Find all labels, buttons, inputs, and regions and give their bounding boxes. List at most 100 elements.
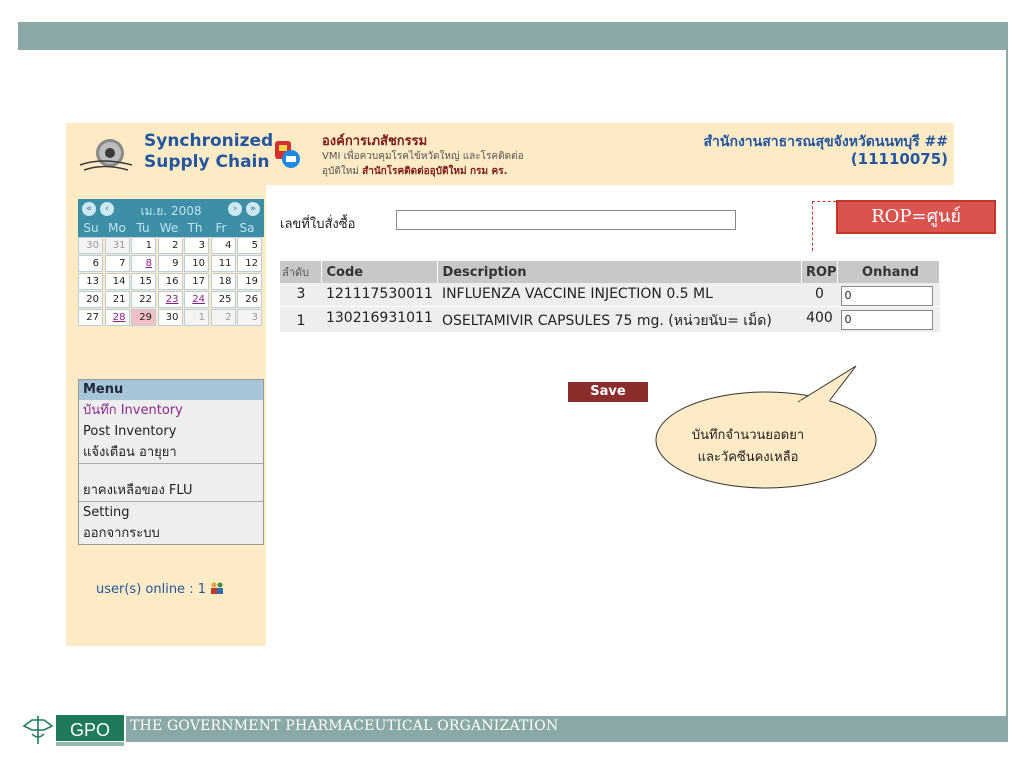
row-code: 121117530011 <box>321 283 438 307</box>
menu-item-flu-stock[interactable]: ยาคงเหลือของ FLU <box>79 480 263 501</box>
note-text: บันทึกจำนวนยอดยา และวัคซีนคงเหลือ <box>668 425 828 469</box>
calendar-day[interactable]: 2 <box>210 309 236 326</box>
slide: GPO THE GOVERNMENT PHARMACEUTICAL ORGANI… <box>0 0 1024 768</box>
col-rop: ROP <box>801 261 838 283</box>
org-subtitle-2: อุบัติใหม่ สำนักโรคติดต่ออุบัติใหม่ กรม … <box>322 164 507 179</box>
users-icon <box>211 582 223 594</box>
row-onhand-cell: 0 <box>837 306 940 333</box>
top-band <box>18 22 1008 50</box>
col-order: ลำดับ <box>280 261 323 283</box>
calendar-day[interactable]: 24 <box>184 291 209 308</box>
org-subtitle-2-bold: สำนักโรคติดต่ออุบัติใหม่ กรม คร. <box>362 166 508 177</box>
weekday-label: Fr <box>215 221 227 235</box>
calendar-day[interactable]: 1 <box>184 309 209 326</box>
table-row: 1 130216931011 OSELTAMIVIR CAPSULES 75 m… <box>280 306 940 333</box>
calendar-day[interactable]: 16 <box>157 273 183 290</box>
col-description: Description <box>437 261 802 283</box>
prev-month-icon[interactable]: ‹ <box>100 202 114 216</box>
gpo-logo: GPO <box>18 712 126 748</box>
weekday-label: Su <box>83 221 99 235</box>
globe-icon <box>79 139 133 171</box>
calendar-day[interactable]: 3 <box>184 237 209 254</box>
org-subtitle-2-prefix: อุบัติใหม่ <box>322 166 359 177</box>
row-rop: 400 <box>801 306 838 333</box>
note-line-1: บันทึกจำนวนยอดยา <box>691 428 805 443</box>
logo-text: GPO <box>70 720 110 740</box>
calendar-day[interactable]: 31 <box>104 237 130 254</box>
save-button[interactable]: Save <box>568 382 648 402</box>
calendar-day[interactable]: 20 <box>78 291 103 308</box>
calendar-day[interactable]: 11 <box>210 255 236 272</box>
row-order: 1 <box>280 306 322 333</box>
next-year-icon[interactable]: » <box>246 202 260 216</box>
inventory-table: ลำดับ Code Description ROP Onhand 3 1211… <box>280 261 941 333</box>
mailbox-icon <box>275 141 300 168</box>
next-month-icon[interactable]: › <box>228 202 242 216</box>
main-menu: Menu บันทึก Inventory Post Inventory แจ้… <box>78 379 264 545</box>
calendar-day[interactable]: 22 <box>131 291 156 308</box>
online-users: user(s) online : 1 <box>96 582 206 597</box>
note-line-2: และวัคซีนคงเหลือ <box>697 450 799 465</box>
weekday-label: Th <box>187 221 203 235</box>
calendar-day[interactable]: 7 <box>104 255 130 272</box>
menu-item-expiry-alert[interactable]: แจ้งเตือน อายุยา <box>79 442 263 463</box>
onhand-input[interactable]: 0 <box>841 310 934 330</box>
calendar-day[interactable]: 3 <box>237 309 262 326</box>
menu-item-record-inventory[interactable]: บันทึก Inventory <box>79 400 263 421</box>
calendar-day[interactable]: 13 <box>78 273 103 290</box>
calendar-weekdays: Su Mo Tu We Th Fr Sa <box>78 219 264 237</box>
calendar-day[interactable]: 30 <box>157 309 183 326</box>
calendar-header: « ‹ เม.ย. 2008 › » <box>78 199 264 219</box>
weekday-label: Tu <box>136 221 150 235</box>
calendar-day[interactable]: 1 <box>131 237 156 254</box>
weekday-label: Mo <box>108 221 126 235</box>
right-rule <box>1006 50 1008 716</box>
calendar-day[interactable]: 2 <box>157 237 183 254</box>
po-number-input[interactable] <box>396 210 736 230</box>
onhand-input[interactable]: 0 <box>841 286 934 306</box>
calendar-day[interactable]: 6 <box>78 255 103 272</box>
menu-item-logout[interactable]: ออกจากระบบ <box>79 523 263 544</box>
menu-item-post-inventory[interactable]: Post Inventory <box>79 421 263 442</box>
calendar-day[interactable]: 4 <box>210 237 236 254</box>
calendar-day[interactable]: 28 <box>104 309 130 326</box>
calendar-day[interactable]: 10 <box>184 255 209 272</box>
calendar-day[interactable]: 18 <box>210 273 236 290</box>
brand-subtitle: Supply Chain <box>144 152 270 172</box>
sidebar: « ‹ เม.ย. 2008 › » Su Mo Tu We Th Fr Sa … <box>66 185 266 646</box>
table-header-row: ลำดับ Code Description ROP Onhand <box>280 261 941 283</box>
row-code: 130216931011 <box>321 306 438 333</box>
calendar-day[interactable]: 9 <box>157 255 183 272</box>
rop-callout: ROP=ศูนย์ <box>836 200 996 234</box>
footer-org-name: THE GOVERNMENT PHARMACEUTICAL ORGANIZATI… <box>130 718 559 734</box>
calendar-day[interactable]: 5 <box>237 237 262 254</box>
org-subtitle-1: VMI เพื่อควบคุมโรคไข้หวัดใหญ่ และโรคติดต… <box>322 151 524 162</box>
col-onhand: Onhand <box>837 261 941 283</box>
calendar-day[interactable]: 19 <box>237 273 262 290</box>
app-header: Synchronized Supply Chain องค์การเภสัชกร… <box>66 123 954 185</box>
calendar-day[interactable]: 30 <box>78 237 103 254</box>
calendar-day[interactable]: 23 <box>157 291 183 308</box>
calendar-day[interactable]: 26 <box>237 291 262 308</box>
calendar-day[interactable]: 14 <box>104 273 130 290</box>
col-code: Code <box>321 261 439 283</box>
row-description: INFLUENZA VACCINE INJECTION 0.5 ML <box>437 283 802 307</box>
calendar-day[interactable]: 12 <box>237 255 262 272</box>
calendar-day[interactable]: 27 <box>78 309 103 326</box>
row-order: 3 <box>280 283 322 307</box>
menu-spacer <box>79 464 263 480</box>
menu-title: Menu <box>79 380 263 400</box>
po-number-label: เลขที่ใบสั่งซื้อ <box>280 217 356 232</box>
calendar-day[interactable]: 25 <box>210 291 236 308</box>
org-title: องค์การเภสัชกรรม <box>322 134 428 149</box>
table-row: 3 121117530011 INFLUENZA VACCINE INJECTI… <box>280 283 940 307</box>
calendar-day[interactable]: 15 <box>131 273 156 290</box>
calendar-day[interactable]: 8 <box>131 255 156 272</box>
weekday-label: Sa <box>239 221 255 235</box>
menu-item-setting[interactable]: Setting <box>79 502 263 523</box>
calendar-day[interactable]: 21 <box>104 291 130 308</box>
calendar-day[interactable]: 29 <box>131 309 156 326</box>
calendar-day[interactable]: 17 <box>184 273 209 290</box>
prev-year-icon[interactable]: « <box>82 202 96 216</box>
row-rop: 0 <box>801 283 838 307</box>
